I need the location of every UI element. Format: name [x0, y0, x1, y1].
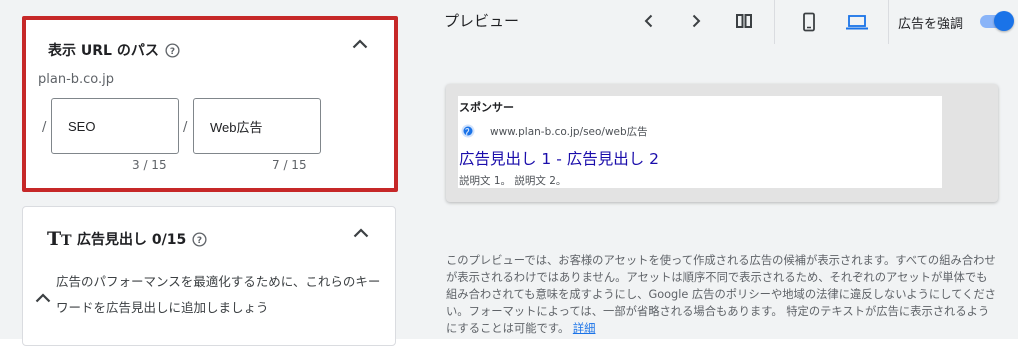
path1-char-counter: 3 / 15	[132, 158, 167, 172]
sponsored-label: スポンサー	[459, 101, 514, 114]
ad-preview-frame: スポンサー www.plan-b.co.jp/seo/web広告 広告見出し 1…	[446, 84, 998, 202]
ad-display-url: www.plan-b.co.jp/seo/web広告	[490, 126, 648, 138]
ad-preview-card: スポンサー www.plan-b.co.jp/seo/web広告 広告見出し 1…	[458, 96, 942, 188]
preview-panel: プレビュー 広告を強調 スポンサー www.plan-b.co.jp/seo/w…	[420, 0, 1018, 339]
path2-char-counter: 7 / 15	[272, 158, 307, 172]
emphasize-ads-toggle[interactable]	[978, 11, 1014, 31]
path2-input[interactable]	[193, 98, 321, 154]
svg-text:?: ?	[170, 46, 175, 56]
help-icon[interactable]: ?	[192, 231, 207, 247]
display-path-title-row: 表示 URL のパス ?	[48, 40, 180, 60]
emphasize-ads-label: 広告を強調	[898, 17, 964, 32]
keyword-suggestion-hint: 広告のパフォーマンスを最適化するために、これらのキーワードを広告見出しに追加しま…	[56, 274, 381, 315]
asset-editor-panel: 表示 URL のパス ? plan-b.co.jp / 3 / 15 / 7 /…	[0, 0, 420, 346]
chevron-right-icon[interactable]	[687, 12, 705, 30]
preview-disclaimer: このプレビューでは、お客様のアセットを使って作成される広告の候補が表示されます。…	[446, 252, 998, 337]
toolbar-divider	[774, 0, 775, 44]
svg-text:?: ?	[197, 235, 202, 245]
laptop-icon[interactable]	[845, 12, 869, 30]
ad-headline[interactable]: 広告見出し 1 - 広告見出し 2	[459, 147, 659, 169]
text-format-icon: TT	[47, 228, 72, 250]
chevron-left-icon[interactable]	[640, 12, 658, 30]
keyword-hint-chevron-up-icon[interactable]	[35, 293, 51, 303]
collapse-chevron-up-icon[interactable]	[352, 39, 368, 49]
headlines-title: 広告見出し 0/15	[77, 232, 187, 248]
learn-more-link[interactable]: 詳細	[573, 322, 596, 335]
path1-input[interactable]	[51, 98, 179, 154]
toolbar-divider	[888, 0, 889, 44]
headlines-card: TT 広告見出し 0/15 ? 広告のパフォーマンスを最適化するために、これらの…	[22, 206, 396, 346]
globe-icon	[461, 123, 475, 138]
collapse-chevron-up-icon[interactable]	[353, 228, 369, 238]
path-separator: /	[183, 120, 188, 135]
mobile-phone-icon[interactable]	[800, 12, 818, 32]
display-path-card: 表示 URL のパス ? plan-b.co.jp / 3 / 15 / 7 /…	[22, 16, 398, 192]
preview-title: プレビュー	[444, 12, 520, 30]
help-icon[interactable]: ?	[165, 42, 180, 58]
view-column-icon[interactable]	[735, 12, 753, 30]
ad-description: 説明文 1。 説明文 2。	[459, 175, 567, 187]
display-domain: plan-b.co.jp	[38, 72, 115, 87]
display-path-title: 表示 URL のパス	[48, 43, 159, 59]
path-separator: /	[42, 120, 47, 135]
disclaimer-text: このプレビューでは、お客様のアセットを使って作成される広告の候補が表示されます。…	[446, 254, 996, 335]
headlines-title-row: 広告見出し 0/15 ?	[77, 229, 207, 249]
